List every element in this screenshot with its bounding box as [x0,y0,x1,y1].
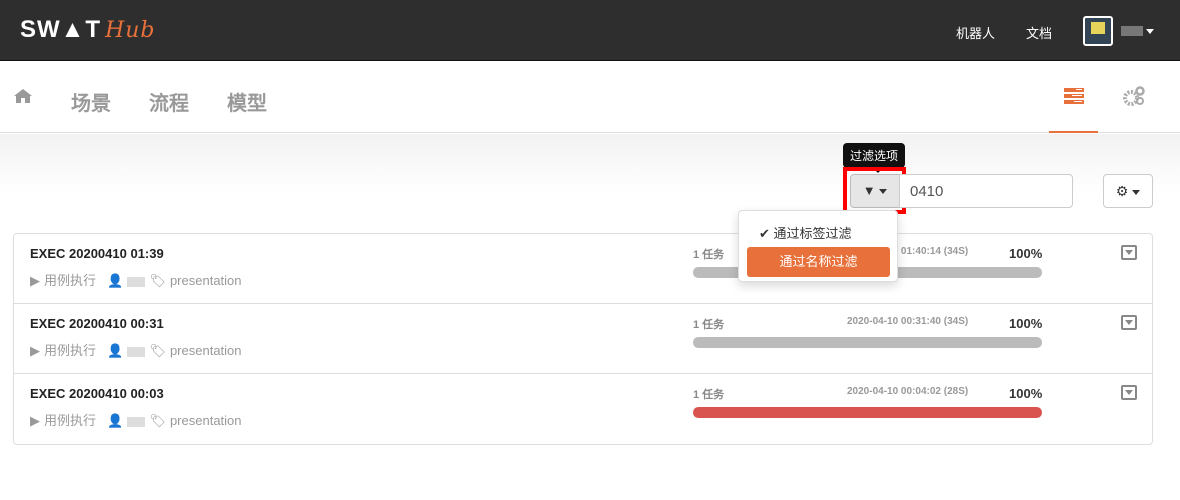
docs-link[interactable]: 文档 [1026,23,1052,42]
filter-by-tag-item[interactable]: ✔ 通过标签过滤 [759,223,852,242]
execution-meta: ▶ 用例执行 👤 🏷 presentation [30,410,246,429]
home-icon[interactable] [14,89,32,103]
execution-tag[interactable]: presentation [170,343,242,358]
gear-icon: ⚙ [1115,183,1129,199]
user-blurred [127,276,146,287]
progress-bar [693,407,1042,418]
logo-text: SW▲T [20,16,102,43]
user-icon: 👤 [107,273,124,288]
caret-icon [1132,189,1141,195]
top-bar: SW▲T Hub 机器人 文档 [0,0,1180,61]
execution-tag[interactable]: presentation [170,413,242,428]
execution-tag[interactable]: presentation [170,273,242,288]
execution-list: EXEC 20200410 01:39 ▶ 用例执行 👤 🏷 presentation… [13,233,1153,445]
filter-by-tag-label: 通过标签过滤 [773,226,852,241]
user-blurred [127,416,146,427]
filter-tooltip: 过滤选项 [843,143,906,173]
nav-models[interactable]: 模型 [227,87,267,116]
execution-type: 用例执行 [44,343,97,358]
task-count: 1 任务 [693,389,725,401]
execution-row[interactable]: EXEC 20200410 01:39 ▶ 用例执行 👤 🏷 presentation… [14,234,1152,304]
execution-time: 2020-04-10 00:04:02 (28S) [847,386,969,397]
progress-percent: 100% [1009,246,1043,261]
list-view-icon[interactable] [1064,88,1084,104]
user-menu-caret-icon[interactable] [1146,29,1154,34]
execution-type: 用例执行 [44,413,97,428]
play-circle-icon: ▶ [30,273,40,288]
execution-row[interactable]: EXEC 20200410 00:03 ▶ 用例执行 👤 🏷 presentation… [14,374,1152,444]
highlight-box [843,167,906,214]
avatar[interactable] [1083,16,1113,46]
execution-time: 2020-04-10 00:31:40 (34S) [847,316,969,327]
user-blurred [127,346,146,357]
execution-row[interactable]: EXEC 20200410 00:31 ▶ 用例执行 👤 🏷 presentation… [14,304,1152,374]
nav-bar: 场景 流程 模型 [0,61,1180,133]
filter-by-name-item[interactable]: 通过名称过滤 [747,247,890,277]
progress-percent: 100% [1009,316,1043,331]
tag-icon: 🏷 [149,273,166,288]
user-icon: 👤 [107,413,124,428]
robots-link[interactable]: 机器人 [956,23,995,42]
nav-scenes[interactable]: 场景 [71,87,111,116]
play-circle-icon: ▶ [30,413,40,428]
tag-icon: 🏷 [149,343,166,358]
execution-meta: ▶ 用例执行 👤 🏷 presentation [30,340,246,359]
search-input[interactable] [899,174,1073,208]
user-icon: 👤 [107,343,124,358]
execution-title[interactable]: EXEC 20200410 01:39 [30,246,164,261]
logo[interactable]: SW▲T Hub [20,16,156,44]
active-tab-indicator [1049,131,1098,133]
task-count: 1 任务 [693,319,725,331]
expand-toggle-icon[interactable] [1121,315,1137,330]
expand-toggle-icon[interactable] [1121,385,1137,400]
settings-dropdown-button[interactable]: ⚙ [1103,174,1153,208]
progress-fill [693,407,1042,418]
nav-flows[interactable]: 流程 [149,87,189,116]
expand-toggle-icon[interactable] [1121,245,1137,260]
execution-title[interactable]: EXEC 20200410 00:03 [30,386,164,401]
check-icon: ✔ [759,226,774,241]
tag-icon: 🏷 [149,413,166,428]
execution-type: 用例执行 [44,273,97,288]
username-blurred[interactable] [1121,26,1143,36]
logo-sub: Hub [105,18,156,43]
progress-percent: 100% [1009,386,1043,401]
progress-bar [693,337,1042,348]
settings-gears-icon[interactable] [1123,86,1145,106]
execution-title[interactable]: EXEC 20200410 00:31 [30,316,164,331]
filter-menu: ✔ 通过标签过滤 通过名称过滤 [738,210,898,282]
play-circle-icon: ▶ [30,343,40,358]
execution-meta: ▶ 用例执行 👤 🏷 presentation [30,270,246,289]
progress-fill [693,337,1042,348]
task-count: 1 任务 [693,249,725,261]
